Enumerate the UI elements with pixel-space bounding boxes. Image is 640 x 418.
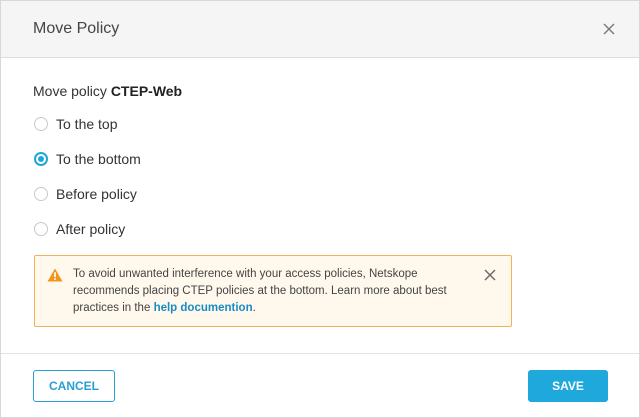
dialog-footer: CANCEL SAVE <box>1 353 639 418</box>
close-icon[interactable] <box>601 21 617 37</box>
option-label: To the bottom <box>56 151 141 167</box>
option-to-the-top[interactable]: To the top <box>34 116 118 132</box>
dialog-header: Move Policy <box>1 1 639 58</box>
warning-text: To avoid unwanted interference with your… <box>73 266 473 317</box>
move-policy-prompt: Move policy CTEP-Web <box>33 83 182 99</box>
option-after-policy[interactable]: After policy <box>34 221 125 237</box>
help-documentation-link[interactable]: help documention <box>154 302 253 314</box>
warning-icon <box>47 268 63 282</box>
option-before-policy[interactable]: Before policy <box>34 186 137 202</box>
option-label: To the top <box>56 116 118 132</box>
dialog-title: Move Policy <box>33 20 120 37</box>
warning-suffix: . <box>252 302 256 314</box>
option-label: Before policy <box>56 186 137 202</box>
warning-message: To avoid unwanted interference with your… <box>73 268 447 314</box>
warning-banner: To avoid unwanted interference with your… <box>34 255 512 327</box>
option-to-the-bottom[interactable]: To the bottom <box>34 151 141 167</box>
radio-to-the-bottom[interactable] <box>34 152 48 166</box>
radio-after-policy[interactable] <box>34 222 48 236</box>
prompt-prefix: Move policy <box>33 83 107 99</box>
policy-name: CTEP-Web <box>110 83 183 99</box>
close-warning-icon[interactable] <box>483 268 497 282</box>
save-button[interactable]: SAVE <box>528 370 608 402</box>
radio-before-policy[interactable] <box>34 187 48 201</box>
option-label: After policy <box>56 221 126 237</box>
radio-to-the-top[interactable] <box>34 117 48 131</box>
move-policy-dialog: Move Policy Move policy CTEP-Web To the … <box>0 0 640 418</box>
cancel-button[interactable]: CANCEL <box>33 370 115 402</box>
